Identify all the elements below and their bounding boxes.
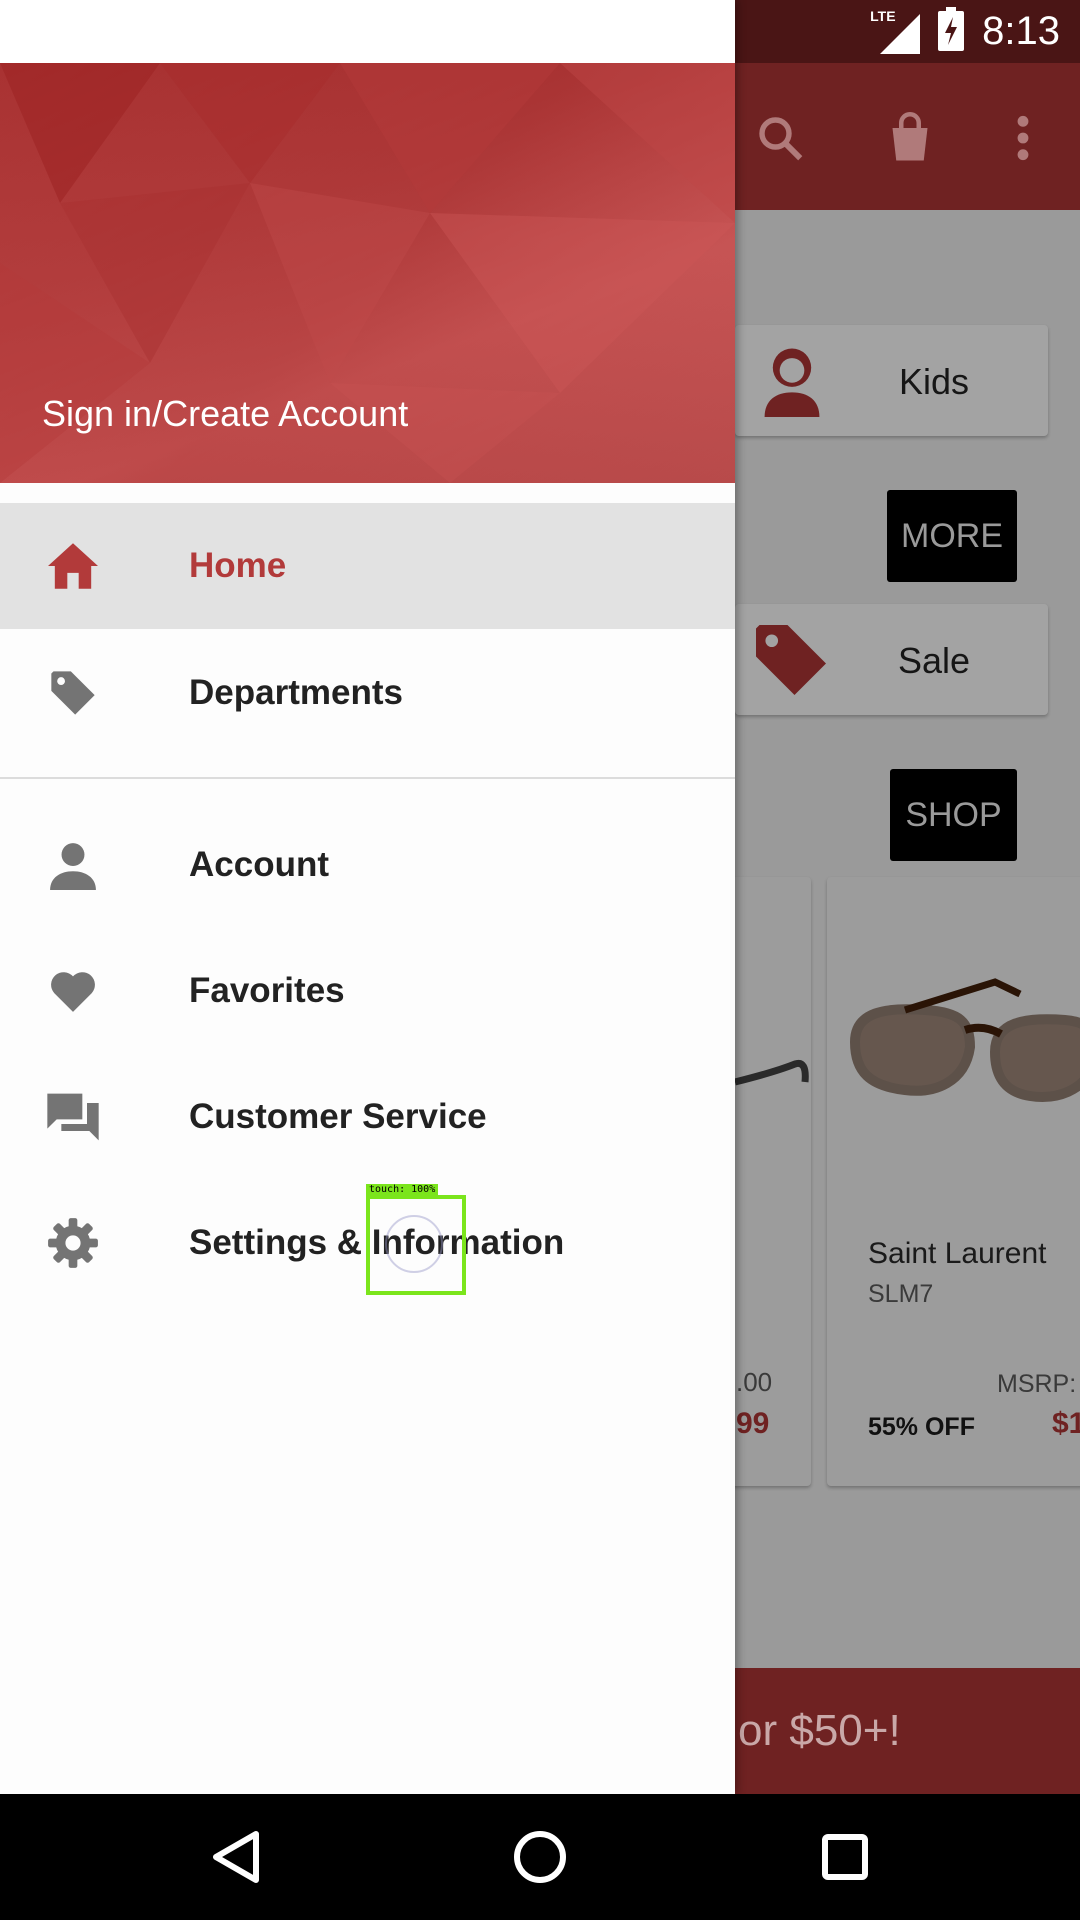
status-time: 8:13 [982, 9, 1060, 53]
network-type: LTE [870, 7, 896, 24]
drawer-status-area [0, 0, 735, 63]
recents-icon[interactable] [812, 1824, 878, 1890]
gear-icon [44, 1214, 102, 1272]
tag-icon [749, 614, 833, 711]
glasses-image-partial [734, 1052, 810, 1117]
category-card-sale[interactable]: Sale [735, 604, 1048, 715]
price-partial: 99 [736, 1407, 770, 1440]
signal-icon: LTE [870, 7, 921, 54]
drawer-divider [0, 777, 735, 779]
search-icon[interactable] [745, 103, 815, 173]
more-vert-icon[interactable] [988, 103, 1058, 173]
drawer-item-customer-service[interactable]: Customer Service [0, 1054, 735, 1180]
system-navigation-bar [0, 1794, 1080, 1920]
shop-button[interactable]: SHOP [890, 769, 1017, 861]
chat-icon [44, 1088, 102, 1146]
battery-charging-icon [938, 7, 965, 56]
price-partial: $1 [1052, 1407, 1080, 1440]
tag-icon [44, 664, 102, 722]
signin-create-account-link[interactable]: Sign in/Create Account [42, 393, 408, 435]
category-label-sale: Sale [898, 640, 971, 681]
msrp-value-partial: .00 [736, 1367, 773, 1397]
product-brand: Saint Laurent [868, 1237, 1047, 1270]
more-button[interactable]: MORE [887, 490, 1017, 582]
category-label-kids: Kids [899, 361, 970, 402]
product-card-saint-laurent[interactable]: Saint Laurent SLM7 MSRP: 55% OFF $1 [827, 877, 1080, 1486]
drawer-item-label: Home [189, 546, 287, 585]
app-screen: Kids MORE Sale SHOP .00 99 Saint Laurent… [0, 0, 1080, 1794]
promo-text-partial: or $50+! [738, 1706, 901, 1755]
drawer-item-favorites[interactable]: Favorites [0, 928, 735, 1054]
glasses-image [845, 972, 1080, 1117]
drawer-item-label: Account [189, 845, 329, 884]
home-circle-icon[interactable] [507, 1824, 573, 1890]
drawer-item-account[interactable]: Account [0, 802, 735, 928]
back-icon[interactable] [203, 1824, 269, 1890]
kid-icon [759, 343, 825, 422]
shopping-bag-icon[interactable] [875, 103, 945, 173]
discount-label: 55% OFF [868, 1413, 975, 1441]
person-icon [44, 836, 102, 894]
product-model: SLM7 [868, 1280, 934, 1308]
touch-indicator-label: touch: 100% [366, 1184, 439, 1196]
category-card-kids[interactable]: Kids [735, 325, 1048, 436]
drawer-item-home[interactable]: Home [0, 503, 735, 629]
home-icon [44, 537, 102, 595]
msrp-label: MSRP: [997, 1370, 1077, 1398]
navigation-drawer: Sign in/Create Account Home Departments … [0, 0, 735, 1794]
heart-icon [44, 962, 102, 1020]
drawer-item-departments[interactable]: Departments [0, 630, 735, 756]
touch-indicator-box [366, 1195, 466, 1295]
drawer-item-label: Departments [189, 673, 403, 712]
drawer-item-label: Customer Service [189, 1097, 487, 1136]
drawer-header[interactable]: Sign in/Create Account [0, 63, 735, 483]
drawer-item-label: Favorites [189, 971, 345, 1010]
